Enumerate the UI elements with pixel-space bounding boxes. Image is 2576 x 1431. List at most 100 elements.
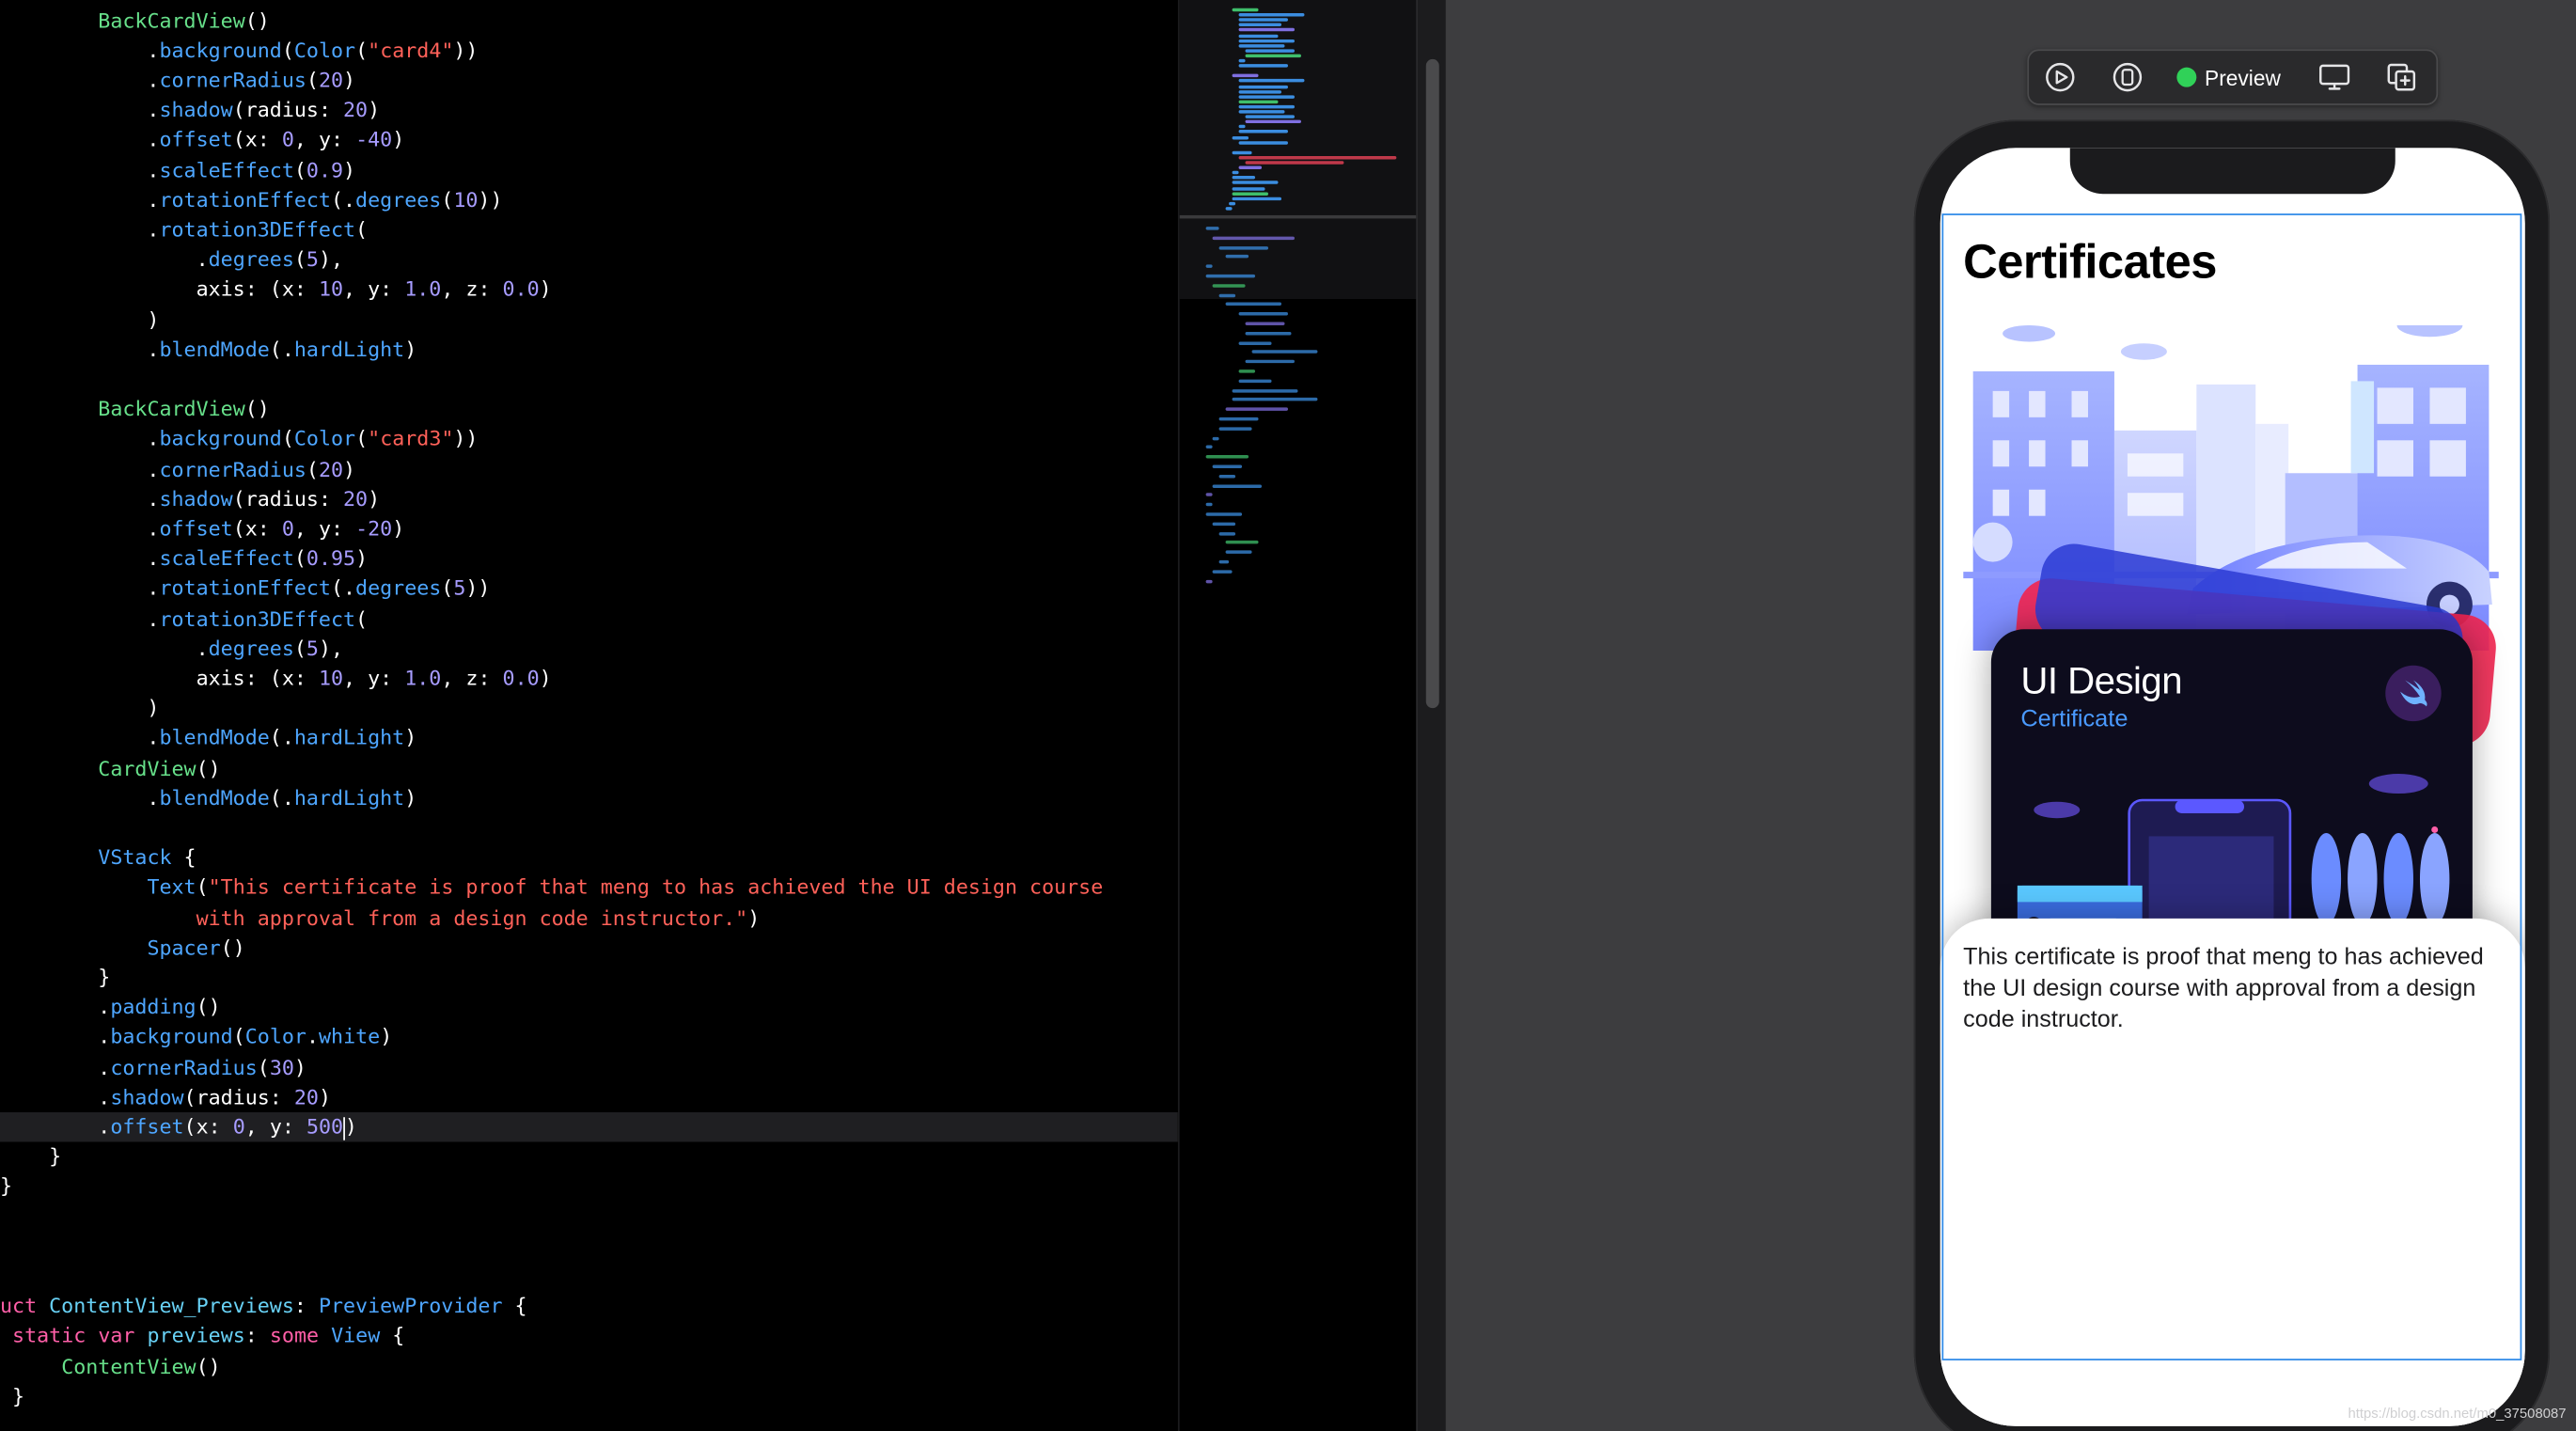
code-token: ) xyxy=(343,456,356,481)
code-line[interactable]: .scaleEffect(0.95) xyxy=(0,544,1178,574)
minimap[interactable] xyxy=(1177,0,1419,1431)
code-token: shadow xyxy=(159,97,233,122)
preview-on-device-button[interactable] xyxy=(2110,61,2145,94)
code-token: ( xyxy=(355,605,369,631)
code-line[interactable]: BackCardView() xyxy=(0,395,1178,425)
watermark: https://blog.csdn.net/m0_37508087 xyxy=(2348,1405,2567,1422)
code-token: , y: xyxy=(343,276,405,302)
code-token: ( xyxy=(257,1054,270,1079)
code-line[interactable] xyxy=(0,365,1178,395)
code-line[interactable]: .offset(x: 0, y: 500) xyxy=(0,1112,1178,1142)
code-line[interactable]: .shadow(radius: 20) xyxy=(0,1082,1178,1112)
minimap-visible-region[interactable] xyxy=(1179,0,1419,300)
code-line[interactable]: } xyxy=(0,963,1178,993)
code-editor[interactable]: BackCardView() .background(Color("card4"… xyxy=(0,0,1178,1431)
code-line[interactable]: .rotationEffect(.degrees(10)) xyxy=(0,185,1178,215)
code-line[interactable]: static var previews: some View { xyxy=(0,1322,1178,1352)
code-token: ) xyxy=(539,276,552,302)
code-line[interactable]: axis: (x: 10, y: 1.0, z: 0.0) xyxy=(0,664,1178,694)
code-token: ), xyxy=(318,635,344,661)
live-preview-button[interactable] xyxy=(2042,61,2078,94)
certificate-description-sheet[interactable]: This certificate is proof that meng to h… xyxy=(1940,918,2525,1426)
code-token: . xyxy=(0,575,160,601)
code-token: with approval from a design code instruc… xyxy=(196,904,748,930)
code-line[interactable]: BackCardView() xyxy=(0,6,1178,36)
code-token: hardLight xyxy=(293,784,405,810)
code-line[interactable]: .offset(x: 0, y: -20) xyxy=(0,514,1178,544)
minimap-line xyxy=(1205,503,1213,507)
code-line[interactable]: } xyxy=(0,1172,1178,1203)
code-token: ) xyxy=(404,725,417,750)
code-line[interactable]: uct ContentView_Previews: PreviewProvide… xyxy=(0,1292,1178,1322)
code-line[interactable]: .rotationEffect(.degrees(5)) xyxy=(0,574,1178,605)
code-line[interactable]: .blendMode(.hardLight) xyxy=(0,335,1178,365)
code-line[interactable]: .padding() xyxy=(0,993,1178,1023)
code-line[interactable]: .background(Color("card3")) xyxy=(0,425,1178,455)
code-token: , z: xyxy=(441,665,503,690)
minimap-line xyxy=(1225,550,1252,555)
code-line[interactable]: .offset(x: 0, y: -40) xyxy=(0,125,1178,155)
code-token: 20 xyxy=(343,97,369,122)
code-line[interactable]: axis: (x: 10, y: 1.0, z: 0.0) xyxy=(0,275,1178,306)
preview-status[interactable]: Preview xyxy=(2176,51,2281,103)
code-token: . xyxy=(0,994,111,1019)
code-token: ( xyxy=(293,157,306,182)
minimap-line xyxy=(1205,274,1256,278)
code-token: degrees xyxy=(355,575,442,601)
code-line[interactable]: } xyxy=(0,1381,1178,1411)
code-token: , y: xyxy=(244,1113,306,1139)
code-line[interactable] xyxy=(0,1262,1178,1292)
code-line[interactable]: .background(Color("card4")) xyxy=(0,36,1178,66)
code-token: 1.0 xyxy=(404,276,442,302)
code-token: , y: xyxy=(293,515,356,541)
code-line[interactable]: .degrees(5), xyxy=(0,245,1178,275)
code-line[interactable]: .rotation3DEffect( xyxy=(0,215,1178,245)
editor-scrollbar[interactable] xyxy=(1416,0,1448,1431)
code-token: 500 xyxy=(306,1113,344,1139)
code-token: ( xyxy=(293,246,306,272)
code-line[interactable]: .rotation3DEffect( xyxy=(0,604,1178,634)
code-token: CardView xyxy=(98,755,196,780)
certificate-card[interactable]: UI Design Certificate xyxy=(1990,629,2473,958)
inspect-preview-button[interactable] xyxy=(2317,61,2352,94)
code-line[interactable] xyxy=(0,813,1178,843)
code-line[interactable]: ) xyxy=(0,694,1178,724)
code-token: . xyxy=(0,456,160,481)
code-line[interactable] xyxy=(0,1232,1178,1262)
code-line[interactable]: } xyxy=(0,1142,1178,1172)
minimap-line xyxy=(1212,283,1246,288)
code-line[interactable] xyxy=(0,1202,1178,1232)
code-token: : xyxy=(244,1323,270,1348)
minimap-line xyxy=(1205,579,1213,583)
code-line[interactable]: Spacer() xyxy=(0,933,1178,963)
code-token: hardLight xyxy=(293,336,405,362)
code-line[interactable]: .degrees(5), xyxy=(0,634,1178,664)
minimap-line xyxy=(1238,89,1282,93)
code-line[interactable]: .cornerRadius(20) xyxy=(0,66,1178,96)
code-line[interactable]: ) xyxy=(0,305,1178,335)
code-line[interactable]: .scaleEffect(0.9) xyxy=(0,155,1178,185)
minimap-line xyxy=(1238,312,1288,316)
code-line[interactable]: with approval from a design code instruc… xyxy=(0,903,1178,933)
scrollbar-thumb[interactable] xyxy=(1425,58,1439,709)
device-screen[interactable]: Certificates UI Design Certificate This … xyxy=(1940,148,2525,1426)
code-line[interactable]: ContentView() xyxy=(0,1351,1178,1381)
code-line[interactable]: .background(Color.white) xyxy=(0,1023,1178,1053)
code-line[interactable]: .cornerRadius(20) xyxy=(0,454,1178,484)
code-line[interactable]: .shadow(radius: 20) xyxy=(0,484,1178,514)
duplicate-preview-button[interactable] xyxy=(2384,61,2420,94)
code-line[interactable]: Text("This certificate is proof that men… xyxy=(0,873,1178,904)
code-line[interactable]: .shadow(radius: 20) xyxy=(0,96,1178,126)
code-line[interactable]: .blendMode(.hardLight) xyxy=(0,783,1178,813)
code-line[interactable]: CardView() xyxy=(0,753,1178,783)
code-token: (. xyxy=(269,336,294,362)
minimap-line xyxy=(1238,94,1295,99)
code-line[interactable]: .blendMode(.hardLight) xyxy=(0,724,1178,754)
code-token: hardLight xyxy=(293,725,405,750)
code-line[interactable]: .cornerRadius(30) xyxy=(0,1052,1178,1082)
code-line[interactable]: VStack { xyxy=(0,843,1178,873)
